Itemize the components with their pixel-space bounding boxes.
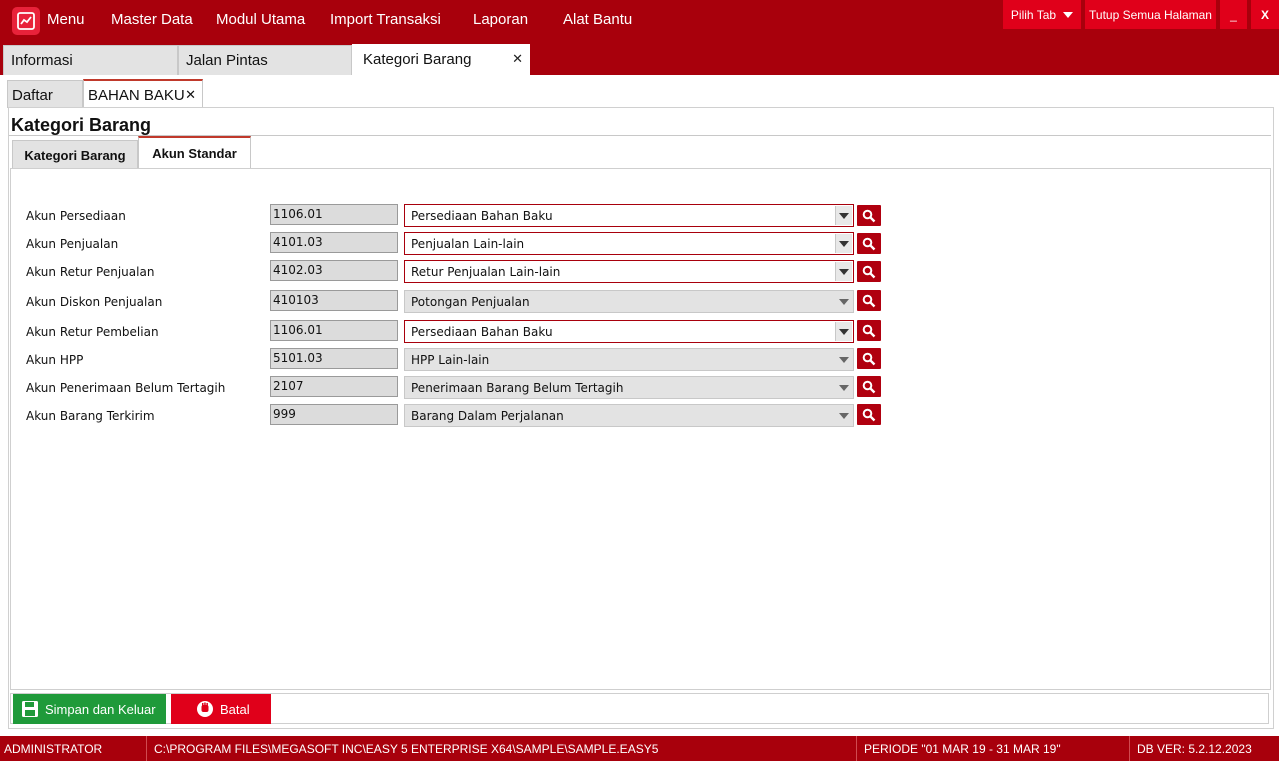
- close-tab-icon[interactable]: ✕: [512, 51, 523, 67]
- search-akun-retur-penjualan-button[interactable]: [857, 261, 881, 282]
- code-akun-retur-penjualan[interactable]: 4102.03: [270, 260, 398, 281]
- code-akun-penerimaan-belum-tertagih[interactable]: 2107: [270, 376, 398, 397]
- combo-akun-retur-pembelian-value: Persediaan Bahan Baku: [411, 325, 553, 339]
- tab-informasi-label: Informasi: [11, 52, 73, 69]
- search-icon: [862, 352, 876, 365]
- search-icon: [862, 380, 876, 393]
- status-period: PERIODE "01 MAR 19 - 31 MAR 19": [860, 736, 1130, 761]
- inner-tab-akun-standar[interactable]: Akun Standar: [138, 136, 251, 169]
- dropdown-arrow-icon[interactable]: [835, 350, 852, 369]
- label-akun-penerimaan-belum-tertagih: Akun Penerimaan Belum Tertagih: [26, 381, 226, 395]
- status-db-version: DB VER: 5.2.12.2023: [1137, 741, 1252, 756]
- label-akun-persediaan: Akun Persediaan: [26, 209, 126, 223]
- code-akun-diskon-penjualan[interactable]: 410103: [270, 290, 398, 311]
- page-title: Kategori Barang: [11, 115, 152, 135]
- pick-tab-button[interactable]: Pilih Tab: [1003, 0, 1081, 29]
- search-akun-hpp-button[interactable]: [857, 348, 881, 369]
- combo-akun-retur-pembelian[interactable]: Persediaan Bahan Baku: [404, 320, 854, 343]
- combo-akun-penerimaan-belum-tertagih[interactable]: Penerimaan Barang Belum Tertagih: [404, 376, 854, 399]
- menu-main[interactable]: Menu: [47, 11, 85, 31]
- dropdown-arrow-icon[interactable]: [835, 378, 852, 397]
- dropdown-arrow-icon[interactable]: [835, 234, 852, 253]
- combo-akun-hpp[interactable]: HPP Lain-lain: [404, 348, 854, 371]
- search-icon: [862, 324, 876, 337]
- tab-kategori-barang[interactable]: Kategori Barang ✕: [352, 44, 530, 75]
- combo-akun-persediaan-value: Persediaan Bahan Baku: [411, 209, 553, 223]
- search-icon: [862, 237, 876, 250]
- combo-akun-hpp-value: HPP Lain-lain: [411, 353, 490, 367]
- close-subtab-icon[interactable]: ✕: [185, 87, 196, 103]
- subtab-daftar-label: Daftar: [12, 87, 53, 104]
- app-logo-icon[interactable]: [12, 7, 40, 35]
- cancel-button-label: Batal: [220, 701, 250, 717]
- tab-informasi[interactable]: Informasi: [3, 45, 178, 75]
- search-icon: [862, 408, 876, 421]
- search-icon: [862, 265, 876, 278]
- label-akun-hpp: Akun HPP: [26, 353, 84, 367]
- close-all-pages-button[interactable]: Tutup Semua Halaman: [1085, 0, 1216, 29]
- dropdown-arrow-icon[interactable]: [835, 262, 852, 281]
- search-icon: [862, 209, 876, 222]
- search-akun-retur-pembelian-button[interactable]: [857, 320, 881, 341]
- dropdown-arrow-icon[interactable]: [835, 206, 852, 225]
- tab-jalan-pintas[interactable]: Jalan Pintas: [178, 45, 352, 75]
- label-akun-retur-pembelian: Akun Retur Pembelian: [26, 325, 159, 339]
- code-akun-retur-pembelian[interactable]: 1106.01: [270, 320, 398, 341]
- save-and-exit-button[interactable]: Simpan dan Keluar: [13, 694, 166, 724]
- tab-kategori-barang-label: Kategori Barang: [363, 51, 472, 68]
- subtab-daftar[interactable]: Daftar: [7, 80, 83, 108]
- search-akun-penerimaan-belum-tertagih-button[interactable]: [857, 376, 881, 397]
- combo-akun-penjualan-value: Penjualan Lain-lain: [411, 237, 525, 251]
- close-window-button[interactable]: X: [1251, 0, 1279, 29]
- label-akun-penjualan: Akun Penjualan: [26, 237, 119, 251]
- menu-modul-utama[interactable]: Modul Utama: [216, 11, 305, 31]
- combo-akun-barang-terkirim[interactable]: Barang Dalam Perjalanan: [404, 404, 854, 427]
- combo-akun-barang-terkirim-value: Barang Dalam Perjalanan: [411, 409, 564, 423]
- status-bar: ADMINISTRATOR C:\PROGRAM FILES\MEGASOFT …: [0, 736, 1279, 761]
- combo-akun-diskon-penjualan[interactable]: Potongan Penjualan: [404, 290, 854, 313]
- label-akun-diskon-penjualan: Akun Diskon Penjualan: [26, 295, 163, 309]
- combo-akun-penjualan[interactable]: Penjualan Lain-lain: [404, 232, 854, 255]
- minimize-button[interactable]: _: [1220, 0, 1247, 29]
- combo-akun-penerimaan-belum-tertagih-value: Penerimaan Barang Belum Tertagih: [411, 381, 624, 395]
- combo-akun-diskon-penjualan-value: Potongan Penjualan: [411, 295, 530, 309]
- code-akun-penjualan[interactable]: 4101.03: [270, 232, 398, 253]
- dropdown-arrow-icon[interactable]: [835, 292, 852, 311]
- code-akun-barang-terkirim[interactable]: 999: [270, 404, 398, 425]
- search-akun-diskon-penjualan-button[interactable]: [857, 290, 881, 311]
- menu-import-transaksi[interactable]: Import Transaksi: [330, 11, 441, 31]
- menu-alat-bantu[interactable]: Alat Bantu: [563, 11, 632, 31]
- search-akun-barang-terkirim-button[interactable]: [857, 404, 881, 425]
- combo-akun-persediaan[interactable]: Persediaan Bahan Baku: [404, 204, 854, 227]
- search-akun-penjualan-button[interactable]: [857, 233, 881, 254]
- subtab-bahan-baku-label: BAHAN BAKU: [88, 87, 185, 104]
- save-button-label: Simpan dan Keluar: [45, 701, 156, 717]
- menu-master-data[interactable]: Master Data: [111, 11, 193, 31]
- status-file-path: C:\PROGRAM FILES\MEGASOFT INC\EASY 5 ENT…: [150, 736, 857, 761]
- tab-jalan-pintas-label: Jalan Pintas: [186, 52, 268, 69]
- status-user: ADMINISTRATOR: [0, 736, 147, 761]
- pick-tab-label: Pilih Tab: [1010, 7, 1057, 22]
- caret-down-icon: [1063, 11, 1074, 18]
- stop-hand-icon: [197, 701, 213, 717]
- floppy-disk-icon: [22, 701, 38, 717]
- search-akun-persediaan-button[interactable]: [857, 205, 881, 226]
- menu-laporan[interactable]: Laporan: [473, 11, 528, 31]
- subtab-bahan-baku[interactable]: BAHAN BAKU ✕: [83, 79, 203, 108]
- label-akun-retur-penjualan: Akun Retur Penjualan: [26, 265, 155, 279]
- combo-akun-retur-penjualan-value: Retur Penjualan Lain-lain: [411, 265, 561, 279]
- code-akun-hpp[interactable]: 5101.03: [270, 348, 398, 369]
- search-icon: [862, 294, 876, 307]
- dropdown-arrow-icon[interactable]: [835, 322, 852, 341]
- inner-tab-kategori-barang[interactable]: Kategori Barang: [12, 140, 138, 169]
- code-akun-persediaan[interactable]: 1106.01: [270, 204, 398, 225]
- cancel-button[interactable]: Batal: [171, 694, 271, 724]
- label-akun-barang-terkirim: Akun Barang Terkirim: [26, 409, 155, 423]
- combo-akun-retur-penjualan[interactable]: Retur Penjualan Lain-lain: [404, 260, 854, 283]
- dropdown-arrow-icon[interactable]: [835, 406, 852, 425]
